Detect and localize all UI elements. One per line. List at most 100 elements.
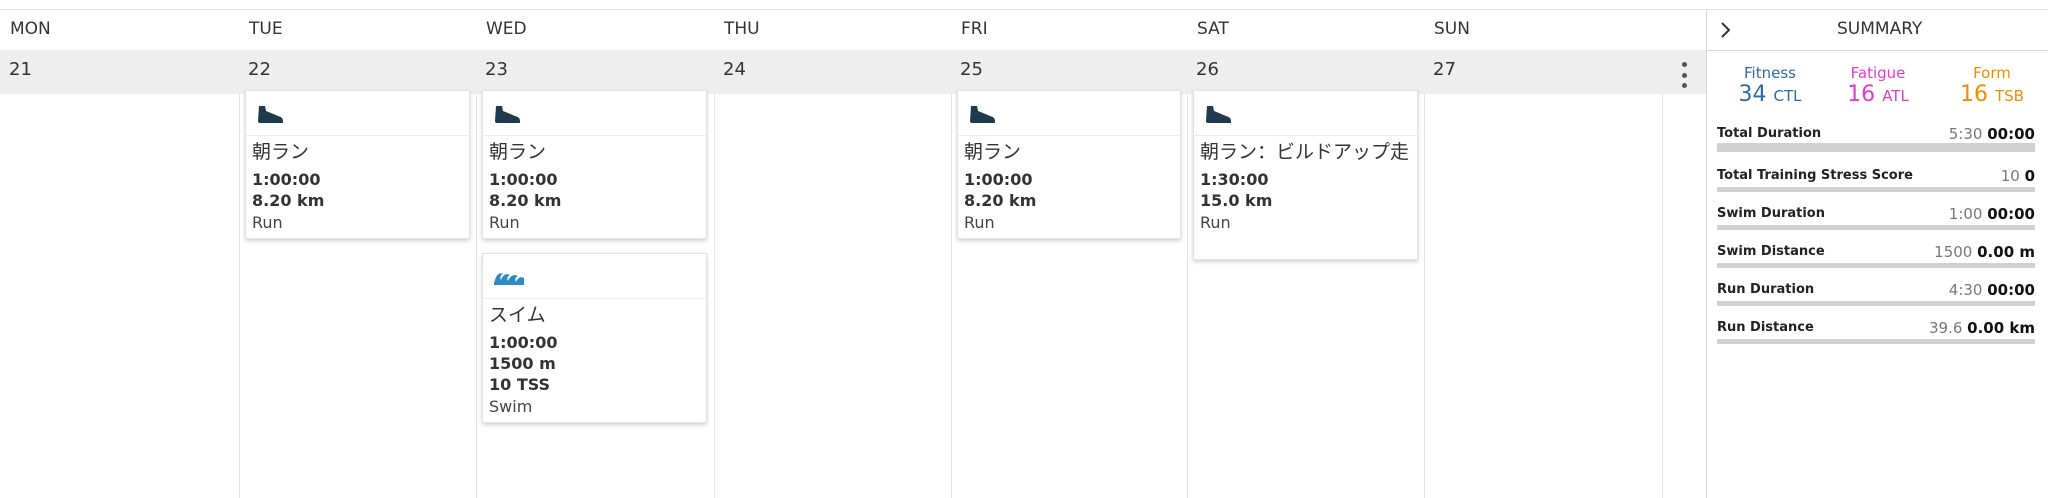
fitness-label: Fitness: [1744, 64, 1796, 82]
running-shoe-icon: [258, 106, 283, 123]
weekday-header-fri: FRI: [961, 19, 988, 39]
day-column-thu[interactable]: [714, 94, 951, 498]
summary-row-label: Run Distance: [1717, 320, 1814, 335]
summary-progress-bar: [1717, 225, 2035, 230]
workout-duration: 1:00:00: [252, 170, 321, 189]
summary-row-label: Swim Duration: [1717, 206, 1825, 221]
date-row: 21 22 23 24 25 26 27: [0, 50, 1706, 94]
swim-wave-icon: [494, 273, 524, 285]
summary-planned: 10: [2000, 167, 2020, 185]
summary-row-run-duration: Run Duration 4:30 00:00: [1717, 280, 2035, 310]
fitness-unit: CTL: [1773, 87, 1802, 105]
week-options-column: [1662, 94, 1706, 498]
workout-distance: 8.20 km: [964, 191, 1037, 210]
summary-row-label: Swim Distance: [1717, 244, 1825, 259]
week-calendar: MON TUE WED THU FRI SAT SUN 21 22 23 24 …: [0, 10, 1706, 498]
date-cell-fri[interactable]: 25: [951, 50, 1187, 94]
workout-sport: Run: [252, 213, 283, 232]
weekday-header-mon: MON: [10, 19, 51, 39]
form-unit: TSB: [1995, 87, 2024, 105]
chevron-right-icon[interactable]: [1715, 18, 1735, 42]
workout-duration: 1:00:00: [964, 170, 1033, 189]
workout-distance: 1500 m: [489, 354, 556, 373]
summary-row-swim-duration: Swim Duration 1:00 00:00: [1717, 204, 2035, 234]
workout-card-wed-run[interactable]: 朝ラン 1:00:00 8.20 km Run: [482, 90, 707, 239]
workout-title: 朝ラン：ビルドアップ走: [1200, 141, 1410, 163]
form-label: Form: [1973, 64, 2011, 82]
summary-planned: 1500: [1934, 243, 1973, 261]
summary-title: SUMMARY: [1837, 19, 1923, 39]
workout-distance: 15.0 km: [1200, 191, 1273, 210]
workout-sport: Run: [1200, 213, 1231, 232]
weekday-header-thu: THU: [724, 19, 760, 39]
workout-duration: 1:30:00: [1200, 170, 1269, 189]
top-border: [0, 0, 2048, 10]
fitness-value: 34: [1738, 82, 1767, 107]
summary-completed: 0.00 m: [1977, 243, 2035, 261]
date-cell-sat[interactable]: 26: [1187, 50, 1424, 94]
date-cell-tue[interactable]: 22: [239, 50, 476, 94]
fatigue-value: 16: [1847, 82, 1876, 107]
summary-panel: SUMMARY Fitness 34 CTL Fatigue 16 ATL Fo…: [1706, 10, 2048, 498]
workout-title: スイム: [489, 304, 546, 326]
summary-completed: 0: [2024, 167, 2035, 185]
day-column-sun[interactable]: [1424, 94, 1662, 498]
workout-tss: 10 TSS: [489, 375, 551, 394]
workout-sport: Run: [964, 213, 995, 232]
running-shoe-icon: [1206, 106, 1231, 123]
workout-duration: 1:00:00: [489, 333, 558, 352]
date-cell-sun[interactable]: 27: [1424, 50, 1662, 94]
date-cell-thu[interactable]: 24: [714, 50, 951, 94]
summary-planned: 5:30: [1948, 125, 1983, 143]
date-cell-mon[interactable]: 21: [0, 50, 239, 94]
workout-title: 朝ラン: [252, 141, 310, 163]
summary-row-total-duration: Total Duration 5:30 00:00: [1717, 124, 2035, 154]
form-stat: Form 16 TSB: [1937, 64, 2047, 109]
date-cell-wed[interactable]: 23: [476, 50, 714, 94]
summary-row-run-distance: Run Distance 39.6 0.00 km: [1717, 318, 2035, 348]
summary-completed: 0.00 km: [1967, 319, 2035, 337]
summary-row-label: Total Training Stress Score: [1717, 168, 1913, 183]
weekday-header-tue: TUE: [249, 19, 283, 39]
running-shoe-icon: [970, 106, 995, 123]
weekday-header-wed: WED: [486, 19, 527, 39]
workout-distance: 8.20 km: [252, 191, 325, 210]
workout-duration: 1:00:00: [489, 170, 558, 189]
summary-row-label: Run Duration: [1717, 282, 1815, 297]
summary-progress-bar: [1717, 143, 2035, 152]
week-options-icon[interactable]: [1678, 62, 1690, 88]
running-shoe-icon: [495, 106, 520, 123]
summary-progress-bar: [1717, 301, 2035, 306]
fitness-fatigue-form: Fitness 34 CTL Fatigue 16 ATL Form 16 TS…: [1707, 64, 2048, 114]
workout-card-fri-run[interactable]: 朝ラン 1:00:00 8.20 km Run: [957, 90, 1181, 239]
summary-progress-bar: [1717, 339, 2035, 344]
workout-sport: Run: [489, 213, 520, 232]
weekday-header-sun: SUN: [1434, 19, 1470, 39]
summary-completed: 00:00: [1987, 125, 2035, 143]
fatigue-label: Fatigue: [1850, 64, 1906, 82]
workout-card-tue-run[interactable]: 朝ラン 1:00:00 8.20 km Run: [245, 90, 470, 239]
workout-distance: 8.20 km: [489, 191, 562, 210]
summary-row-total-tss: Total Training Stress Score 10 0: [1717, 166, 2035, 196]
summary-planned: 39.6: [1928, 319, 1963, 337]
summary-completed: 00:00: [1987, 281, 2035, 299]
weekday-header-row: MON TUE WED THU FRI SAT SUN: [0, 10, 1706, 51]
summary-row-swim-distance: Swim Distance 1500 0.00 m: [1717, 242, 2035, 272]
fatigue-unit: ATL: [1882, 87, 1909, 105]
summary-planned: 4:30: [1948, 281, 1983, 299]
summary-row-label: Total Duration: [1717, 126, 1822, 141]
summary-progress-bar: [1717, 263, 2035, 268]
form-value: 16: [1960, 82, 1988, 107]
workout-card-wed-swim[interactable]: スイム 1:00:00 1500 m 10 TSS Swim: [482, 253, 707, 423]
workout-title: 朝ラン: [964, 141, 1022, 163]
workout-card-sat-run[interactable]: 朝ラン：ビルドアップ走 1:30:00 15.0 km Run: [1193, 90, 1418, 260]
fatigue-stat: Fatigue 16 ATL: [1823, 64, 1933, 109]
summary-completed: 00:00: [1987, 205, 2035, 223]
day-column-mon[interactable]: [0, 94, 239, 498]
workout-sport: Swim: [489, 397, 533, 416]
summary-planned: 1:00: [1948, 205, 1983, 223]
fitness-stat: Fitness 34 CTL: [1715, 64, 1825, 109]
weekday-header-sat: SAT: [1197, 19, 1229, 39]
workout-title: 朝ラン: [489, 141, 547, 163]
summary-header: SUMMARY: [1707, 10, 2048, 51]
